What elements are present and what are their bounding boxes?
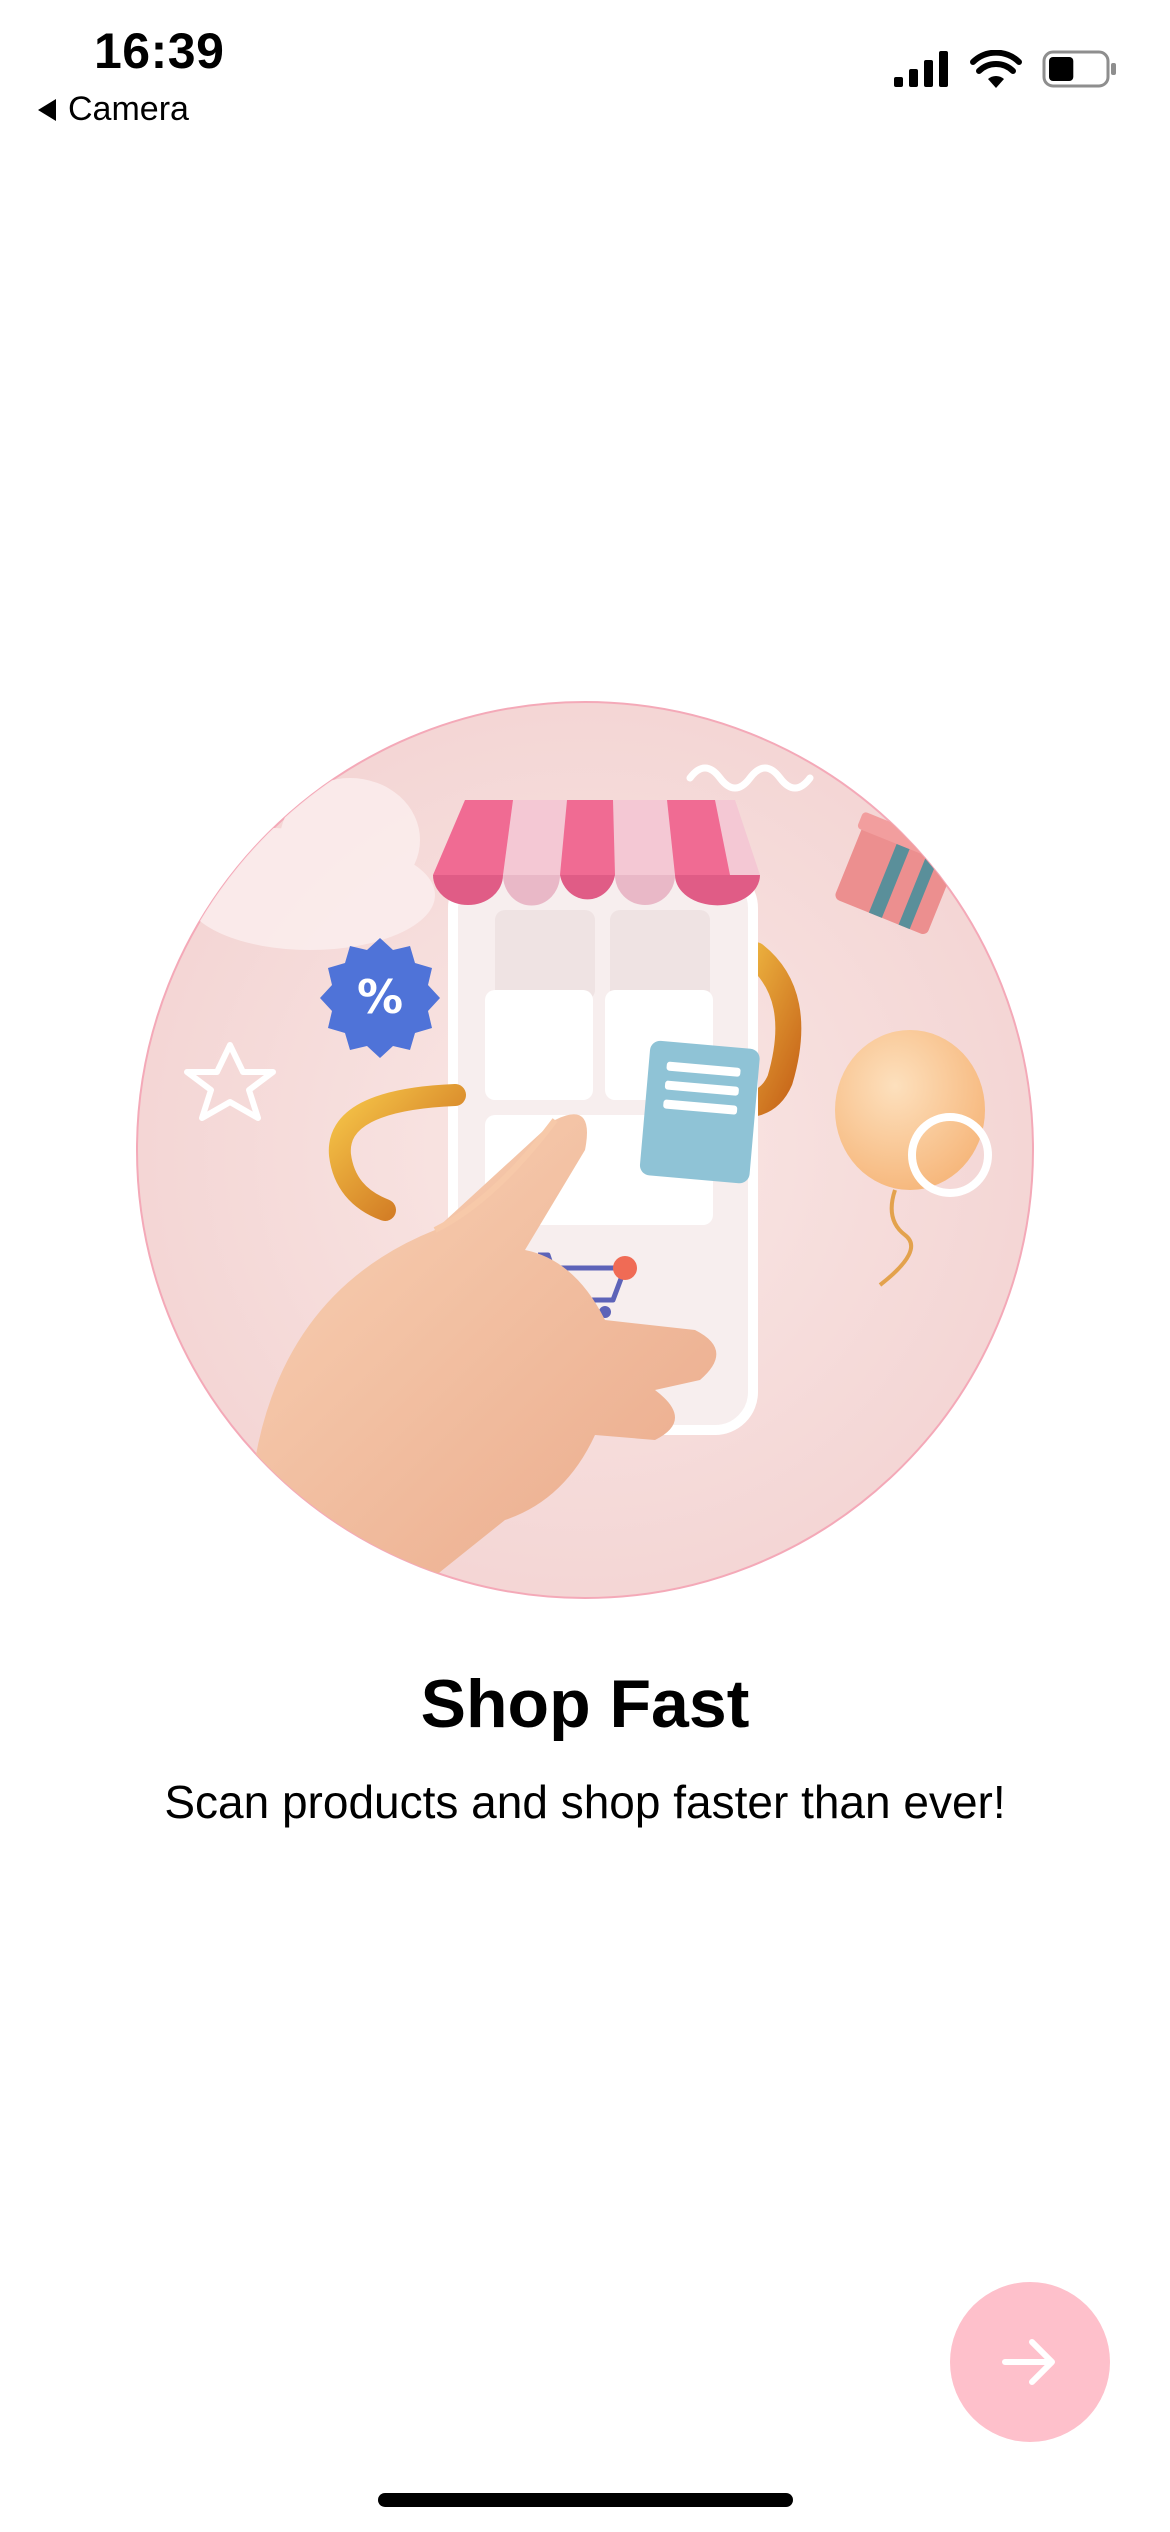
next-button[interactable] xyxy=(950,2282,1110,2442)
cellular-signal-icon xyxy=(894,51,948,87)
shop-fast-illustration: % xyxy=(135,700,1035,1600)
arrow-right-icon xyxy=(1002,2339,1055,2385)
status-time: 16:39 xyxy=(94,23,225,79)
back-app-label: Camera xyxy=(68,90,189,128)
wifi-icon xyxy=(970,50,1022,88)
onboarding-title: Shop Fast xyxy=(420,1666,750,1742)
onboarding-subtitle: Scan products and shop faster than ever! xyxy=(164,1776,1006,1828)
home-indicator xyxy=(378,2493,793,2507)
cloud-icon xyxy=(185,778,435,950)
back-triangle-icon xyxy=(38,98,56,121)
status-icons xyxy=(894,50,1118,88)
percent-badge-text: % xyxy=(357,970,403,1024)
store-awning-icon xyxy=(433,800,760,906)
battery-icon xyxy=(1042,50,1116,88)
receipt-card-icon xyxy=(639,1040,760,1184)
status-bar: 16:39 Camera xyxy=(0,0,1170,150)
back-to-app-button[interactable]: Camera xyxy=(38,90,189,129)
